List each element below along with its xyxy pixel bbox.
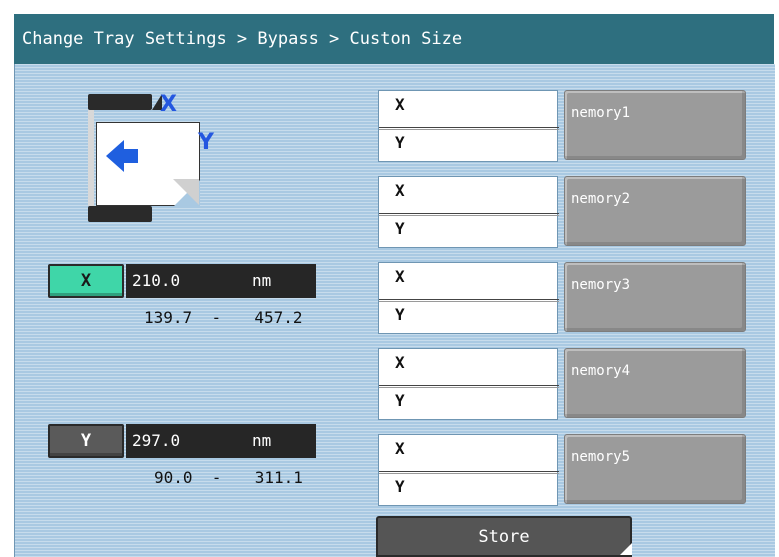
y-value: 297.0	[132, 431, 181, 450]
memory3-y-label: Y	[395, 305, 405, 324]
feed-arrow-shaft	[122, 149, 138, 163]
divider	[379, 213, 559, 214]
memory5-button[interactable]: nemory5	[564, 434, 746, 504]
divider-shadow	[379, 473, 559, 474]
memory2-x-label: X	[395, 181, 405, 200]
divider	[379, 385, 559, 386]
divider-shadow	[379, 387, 559, 388]
x-unit: nm	[252, 271, 272, 290]
memory4-x-label: X	[395, 353, 405, 372]
divider-shadow	[379, 129, 559, 130]
breadcrumb: Change Tray Settings > Bypass > Custon S…	[14, 14, 774, 64]
divider	[379, 299, 559, 300]
memory5-y-label: Y	[395, 477, 405, 496]
memory1-y-label: Y	[395, 133, 405, 152]
x-range-min: 139.7	[144, 308, 193, 327]
store-button-label: Store	[478, 527, 530, 547]
y-dimension-button[interactable]: Y	[48, 424, 124, 458]
memory5-x-label: X	[395, 439, 405, 458]
store-button[interactable]: Store	[376, 516, 632, 557]
tray-top-bar	[88, 94, 152, 110]
tray-side	[88, 110, 94, 206]
divider	[379, 127, 559, 128]
y-range: 90.0 - 311.1	[154, 468, 303, 487]
x-value: 210.0	[132, 271, 181, 290]
memory3-x-label: X	[395, 267, 405, 286]
memory2-button[interactable]: nemory2	[564, 176, 746, 246]
tray-bottom-bar	[88, 206, 152, 222]
memory1-button[interactable]: nemory1	[564, 90, 746, 160]
memory4-button[interactable]: nemory4	[564, 348, 746, 418]
x-range: 139.7 - 457.2	[144, 308, 303, 327]
memory2-y-label: Y	[395, 219, 405, 238]
y-range-max: 311.1	[254, 468, 303, 487]
memory1-x-label: X	[395, 95, 405, 114]
y-range-sep: -	[211, 468, 222, 487]
memory3-size-display: X Y	[378, 262, 559, 334]
divider-shadow	[379, 301, 559, 302]
memory5-size-display: X Y	[378, 434, 559, 506]
store-button-corner	[620, 543, 632, 555]
x-range-sep: -	[211, 308, 222, 327]
x-value-display: 210.0 nm	[126, 264, 316, 298]
memory2-size-display: X Y	[378, 176, 559, 248]
divider	[379, 471, 559, 472]
memory3-button[interactable]: nemory3	[564, 262, 746, 332]
y-unit: nm	[252, 431, 272, 450]
memory4-y-label: Y	[395, 391, 405, 410]
x-range-max: 457.2	[254, 308, 303, 327]
paper-fold	[173, 179, 199, 205]
axis-y-label: Y	[198, 130, 214, 155]
axis-x-label: X	[160, 92, 177, 117]
x-dimension-button[interactable]: X	[48, 264, 124, 298]
memory4-size-display: X Y	[378, 348, 559, 420]
y-value-display: 297.0 nm	[126, 424, 316, 458]
divider-shadow	[379, 215, 559, 216]
memory1-size-display: X Y	[378, 90, 559, 162]
y-range-min: 90.0	[154, 468, 193, 487]
